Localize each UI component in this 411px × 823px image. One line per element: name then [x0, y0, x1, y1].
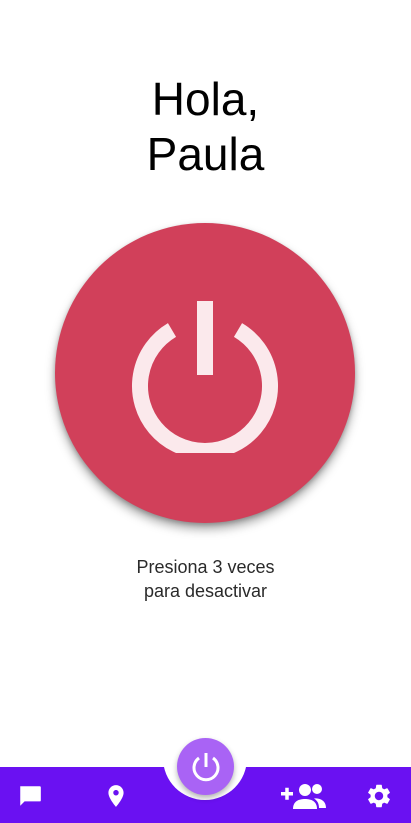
instructions-line-2: para desactivar [143, 581, 268, 601]
add-people-icon [281, 784, 326, 809]
instructions-line-1: Presiona 3 veces [136, 557, 275, 577]
chat-icon [20, 786, 41, 806]
location-pin-icon [108, 785, 124, 807]
nav-power-fab[interactable] [177, 738, 234, 795]
greeting-user-name: Paula [146, 128, 265, 180]
power-icon [192, 752, 219, 781]
power-icon [132, 301, 278, 453]
nav-add-contacts-button[interactable] [280, 780, 328, 812]
nav-settings-button[interactable] [359, 780, 399, 812]
greeting-line-1: Hola, [151, 73, 260, 125]
instructions-text: Presiona 3 veces para desactivar [0, 555, 411, 603]
nav-chat-button[interactable] [10, 780, 50, 812]
nav-location-button[interactable] [96, 780, 136, 812]
panic-power-button[interactable] [55, 223, 355, 523]
greeting-title: Hola, Paula [0, 72, 411, 182]
gear-icon [368, 784, 390, 808]
